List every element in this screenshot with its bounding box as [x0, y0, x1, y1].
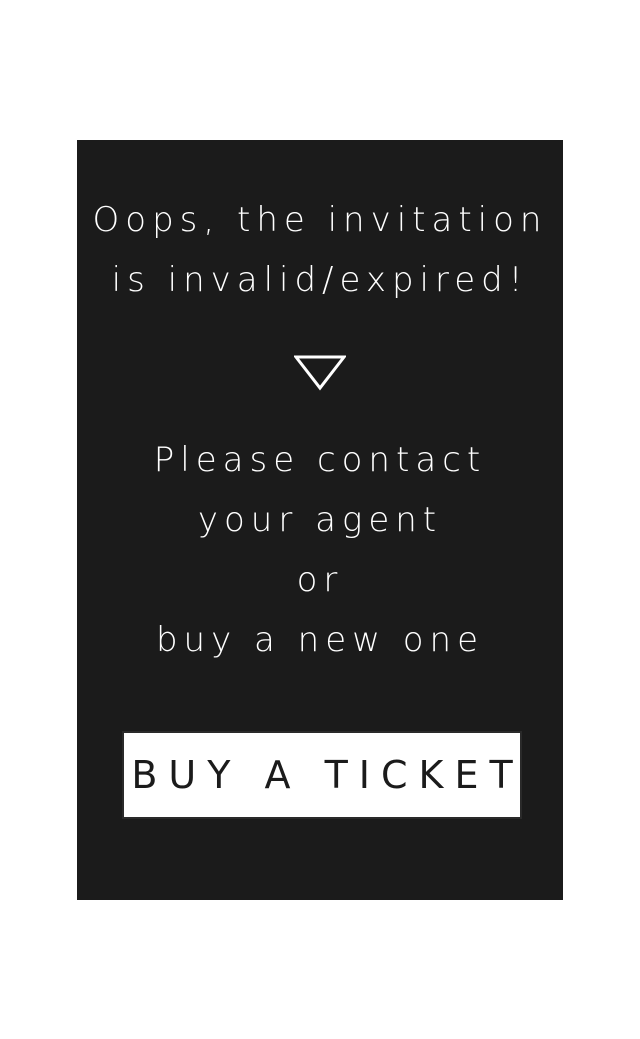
buy-ticket-button[interactable]: BUY A TICKET: [122, 731, 522, 819]
down-triangle-icon: [294, 355, 346, 391]
message-line-2: your agent: [197, 500, 443, 540]
buy-ticket-button-label: BUY A TICKET: [131, 753, 524, 797]
message-line-3: or: [296, 560, 344, 600]
message-line-1: Please contact: [153, 440, 487, 480]
headline-line-2: is invalid/expired!: [111, 260, 529, 300]
headline-line-1: Oops, the invitation: [92, 200, 548, 240]
message-line-4: buy a new one: [155, 620, 485, 660]
contact-message: Please contact your agent or buy a new o…: [0, 430, 640, 670]
error-headline: Oops, the invitation is invalid/expired!: [0, 190, 640, 310]
